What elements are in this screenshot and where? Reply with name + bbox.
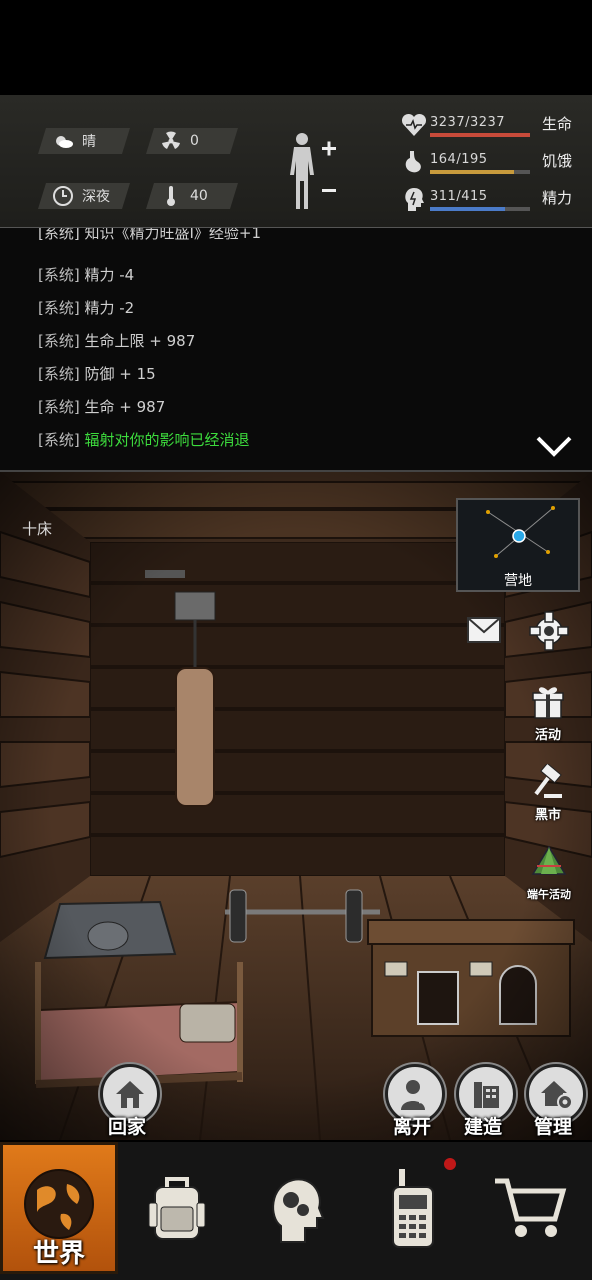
- life-stat: 3237/3237 生命: [398, 113, 588, 147]
- notification-dot: [444, 1158, 456, 1170]
- temperature-chip: 40: [146, 183, 238, 209]
- log-line: [系统] 生命上限 + 987: [38, 332, 196, 350]
- zongzi-icon: [531, 845, 567, 875]
- nav-world[interactable]: 世界: [0, 1142, 118, 1274]
- log-line: [系统] 防御 + 15: [38, 365, 156, 383]
- leave-label[interactable]: 离开: [393, 1112, 431, 1139]
- life-value: 3237/3237: [430, 115, 506, 130]
- manage-label[interactable]: 管理: [534, 1112, 572, 1139]
- clock-icon: [52, 185, 74, 207]
- thermometer-icon: [160, 185, 182, 207]
- radiation-icon: [160, 130, 182, 152]
- energy-value: 311/415: [430, 189, 488, 204]
- log-line: [系统] 精力 -4: [38, 266, 135, 284]
- building-icon: [474, 1082, 499, 1108]
- minimap-icon: [486, 506, 555, 558]
- build-label[interactable]: 建造: [464, 1112, 502, 1139]
- gift-icon: [532, 687, 564, 719]
- body-figure-icon: [290, 133, 336, 209]
- hunger-label: 饥饿: [541, 152, 572, 170]
- dragon-boat-event-label: 端午活动: [527, 888, 571, 901]
- weather-value: 晴: [82, 134, 96, 150]
- event-button[interactable]: 活动: [518, 684, 578, 743]
- head-energy-icon: [405, 188, 424, 211]
- hunger-stat: 164/195 饥饿: [398, 151, 588, 184]
- room-scene[interactable]: 十床 营地 活动 黑市 端午活动 回家 离开 建造 管理: [0, 472, 592, 1140]
- person-exit-icon: [401, 1080, 433, 1110]
- weather-chip: 晴: [38, 128, 130, 154]
- log-line-partial: [系统] 知识《精力旺盛Ⅰ》经验+1: [38, 228, 262, 242]
- event-label: 活动: [534, 728, 561, 743]
- status-panel: 晴 0 深夜 40 3237/3237 生命 164/195 饥饿 311/41…: [0, 95, 592, 229]
- time-chip: 深夜: [38, 183, 130, 209]
- minimap-button[interactable]: 营地: [456, 498, 580, 592]
- hunger-bar: [430, 170, 530, 174]
- settings-gear-icon[interactable]: [528, 610, 570, 652]
- walkie-talkie-icon: [392, 1169, 434, 1248]
- backpack-icon: [148, 1177, 206, 1240]
- energy-label: 精力: [541, 189, 572, 207]
- nav-radio[interactable]: [354, 1142, 472, 1274]
- go-home-label[interactable]: 回家: [108, 1112, 146, 1139]
- expand-log-chevron-icon[interactable]: [534, 434, 574, 460]
- house-icon: [116, 1081, 144, 1108]
- nav-skills[interactable]: [236, 1142, 354, 1274]
- weather-sun-icon: [52, 130, 74, 152]
- head-gears-icon: [272, 1178, 325, 1243]
- radiation-chip: 0: [146, 128, 238, 154]
- gavel-icon: [534, 762, 562, 798]
- shopping-cart-icon: [495, 1178, 567, 1237]
- temperature-value: 40: [190, 188, 208, 204]
- radiation-value: 0: [190, 133, 199, 149]
- bottom-nav: 世界: [0, 1142, 592, 1280]
- nav-world-label: 世界: [33, 1239, 86, 1269]
- black-market-label: 黑市: [534, 808, 561, 823]
- minimap-label: 营地: [504, 573, 532, 589]
- house-gear-icon: [541, 1081, 573, 1110]
- stomach-icon: [405, 151, 421, 173]
- log-line: [系统] 辐射对你的影响已经消退: [38, 431, 250, 449]
- nav-shop[interactable]: [472, 1142, 590, 1274]
- heart-icon: [401, 113, 427, 136]
- dragon-boat-event-button[interactable]: 端午活动: [516, 844, 582, 902]
- nav-backpack[interactable]: [118, 1142, 236, 1274]
- energy-stat: 311/415 精力: [398, 188, 588, 221]
- log-line: [系统] 精力 -2: [38, 299, 135, 317]
- time-value: 深夜: [82, 189, 110, 205]
- life-label: 生命: [541, 115, 572, 133]
- message-log[interactable]: [系统] 知识《精力旺盛Ⅰ》经验+1 [系统] 精力 -4 [系统] 精力 -2…: [0, 228, 592, 472]
- energy-bar: [430, 207, 530, 211]
- hunger-value: 164/195: [430, 152, 488, 167]
- log-line: [系统] 生命 + 987: [38, 398, 166, 416]
- body-status-button[interactable]: [284, 131, 344, 211]
- location-label: 十床: [22, 520, 53, 538]
- life-bar: [430, 133, 530, 137]
- mail-icon[interactable]: [464, 610, 504, 650]
- black-market-button[interactable]: 黑市: [518, 762, 578, 823]
